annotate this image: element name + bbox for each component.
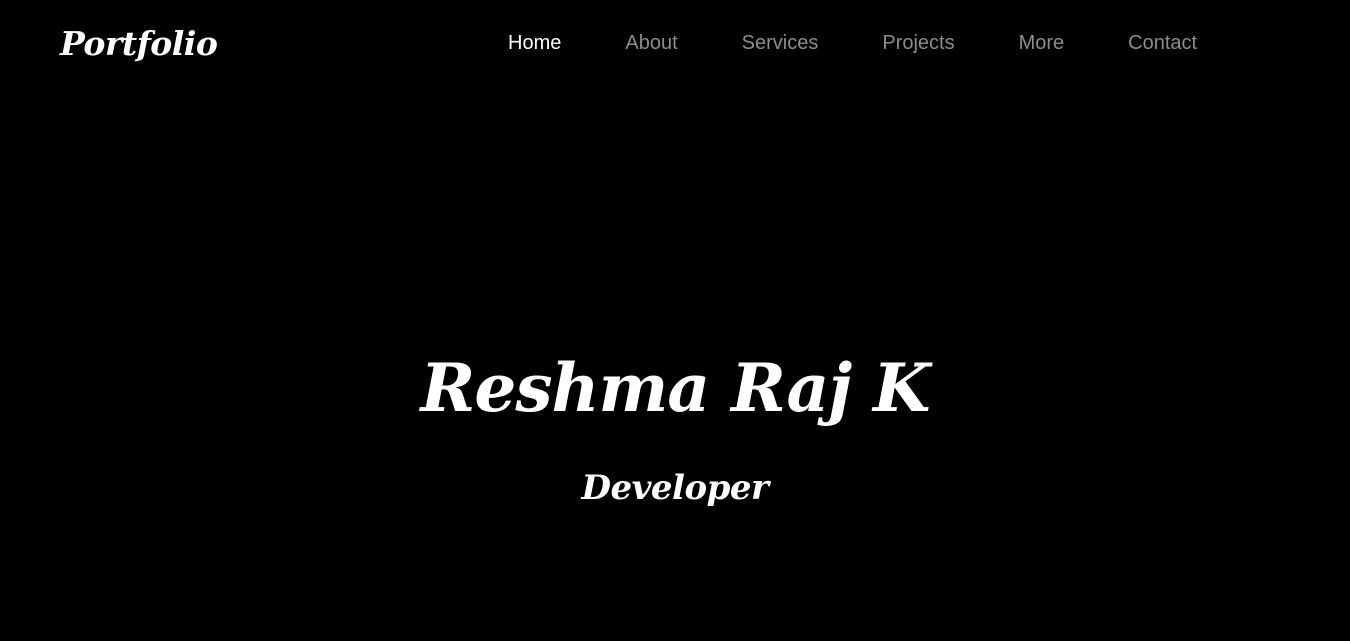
nav-menu: Home About Services Projects More Contac…	[508, 30, 1197, 56]
nav-link-services[interactable]: Services	[742, 30, 819, 56]
nav-link-projects[interactable]: Projects	[882, 30, 954, 56]
nav-item-about: About	[625, 30, 677, 56]
nav-item-home: Home	[508, 30, 561, 56]
portfolio-page: Portfolio Home About Services Projects M…	[0, 0, 1350, 641]
nav-link-about[interactable]: About	[625, 30, 677, 56]
nav-link-home[interactable]: Home	[508, 30, 561, 56]
nav-item-contact: Contact	[1128, 30, 1197, 56]
logo-link[interactable]: Portfolio	[60, 22, 218, 66]
nav-link-contact[interactable]: Contact	[1128, 30, 1197, 56]
hero-name: Reshma Raj K	[420, 349, 931, 427]
navbar: Portfolio Home About Services Projects M…	[0, 0, 1350, 86]
nav-item-projects: Projects	[882, 30, 954, 56]
nav-link-more[interactable]: More	[1019, 30, 1065, 56]
nav-item-more: More	[1019, 30, 1065, 56]
hero-role: Developer	[581, 468, 769, 508]
nav-item-services: Services	[742, 30, 819, 56]
